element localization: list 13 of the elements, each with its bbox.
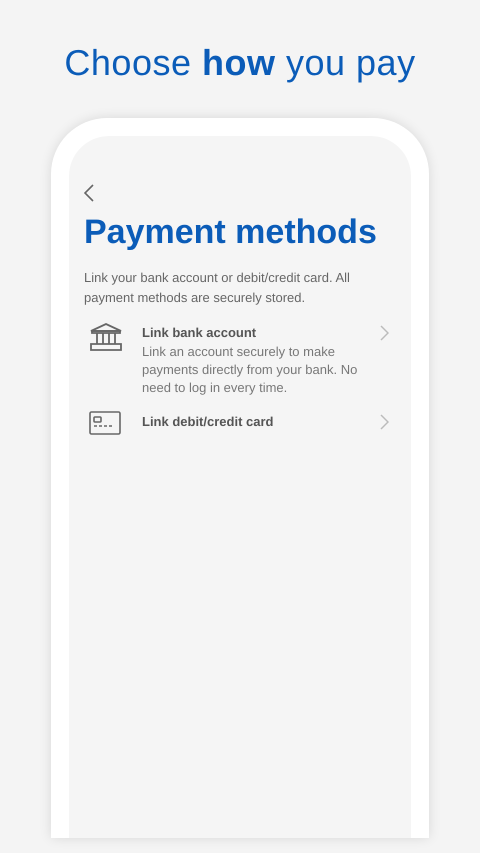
method-description: Link an account securely to make payments directly from your bank. No need to log in every time. — [142, 343, 358, 397]
intro-text: Link your bank account or debit/credit card. All payment methods are securely stored. — [84, 269, 351, 307]
chevron-right-icon — [380, 414, 388, 430]
chevron-right-icon — [380, 325, 388, 341]
method-label: Link bank account — [142, 324, 258, 342]
screen-title: Payment methods — [84, 212, 378, 252]
payment-method-row[interactable]: Link debit/credit card — [84, 411, 396, 435]
method-label: Link debit/credit card — [142, 413, 274, 431]
card-icon — [89, 411, 121, 435]
payment-method-row[interactable]: Link bank account Link an account securely to make payments directly from your bank. No need to log in every time. — [84, 322, 396, 397]
back-icon — [84, 184, 94, 202]
headline: Choose how you pay — [64, 41, 416, 85]
bank-icon — [89, 322, 123, 352]
